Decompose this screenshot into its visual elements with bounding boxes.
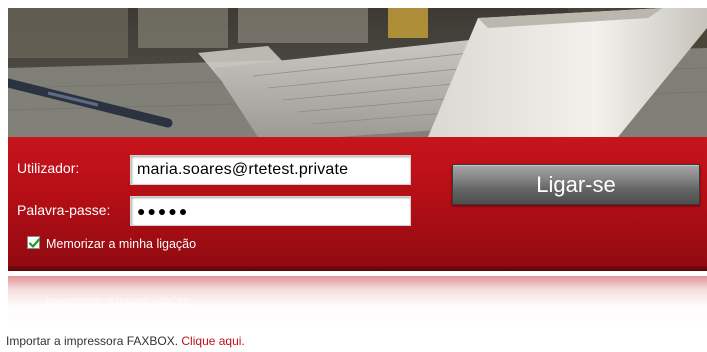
password-label: Palavra-passe: [17, 202, 111, 218]
remember-label[interactable]: Memorizar a minha ligação [46, 237, 196, 251]
banner-photo [8, 8, 707, 137]
password-input[interactable]: ●●●●● [130, 196, 411, 226]
login-button[interactable]: Ligar-se [452, 164, 700, 205]
username-label: Utilizador: [17, 160, 80, 176]
reflection-text: Memorizar a minha ligação [46, 295, 191, 309]
laptop-desk-illustration [8, 8, 707, 137]
footer-text: Importar a impressora FAXBOX. [6, 334, 182, 348]
footer-link[interactable]: Clique aqui. [181, 334, 244, 348]
footer-note: Importar a impressora FAXBOX. Clique aqu… [6, 334, 245, 348]
remember-checkbox[interactable] [27, 236, 41, 249]
username-input[interactable]: maria.soares@rtetest.private [130, 155, 411, 185]
checkmark-icon [28, 238, 41, 248]
login-panel-edge [8, 266, 707, 271]
